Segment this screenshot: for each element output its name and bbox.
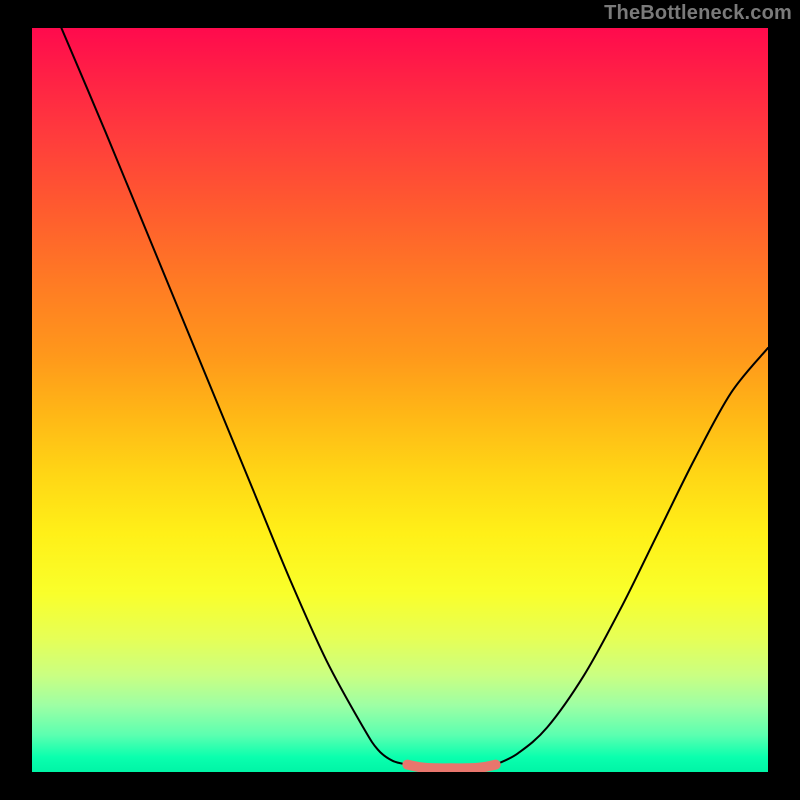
curve-layer	[32, 28, 768, 772]
watermark-text: TheBottleneck.com	[604, 2, 792, 25]
optimal-band-highlight	[407, 765, 495, 769]
plot-area	[32, 28, 768, 772]
bottleneck-curve	[61, 28, 768, 768]
chart-frame: TheBottleneck.com	[0, 0, 800, 800]
